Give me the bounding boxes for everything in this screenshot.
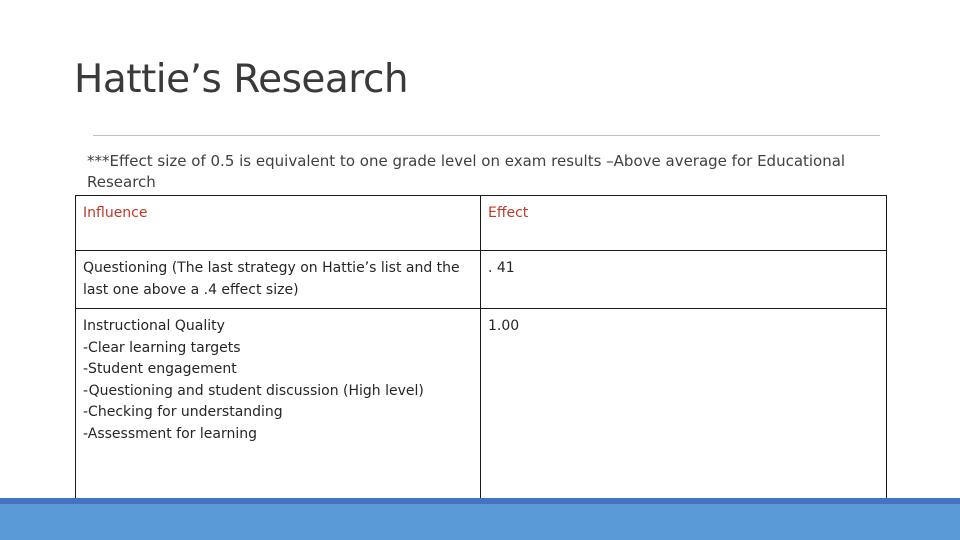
influence-cell: Instructional Quality -Clear learning ta…	[75, 308, 481, 511]
table-row: Questioning (The last strategy on Hattie…	[75, 250, 887, 309]
footer-stripe	[0, 498, 960, 504]
influence-effect-table: Influence Effect Questioning (The last s…	[75, 195, 887, 511]
table-header-row: Influence Effect	[75, 195, 887, 251]
influence-cell: Questioning (The last strategy on Hattie…	[75, 250, 481, 309]
header-influence: Influence	[75, 195, 481, 251]
effect-cell: . 41	[480, 250, 887, 309]
effect-cell: 1.00	[480, 308, 887, 511]
footer-bar	[0, 498, 960, 540]
title-divider	[93, 135, 880, 136]
header-effect: Effect	[480, 195, 887, 251]
table-row: Instructional Quality -Clear learning ta…	[75, 308, 887, 511]
slide-title: Hattie’s Research	[74, 57, 409, 102]
effect-size-note: ***Effect size of 0.5 is equivalent to o…	[87, 152, 846, 191]
